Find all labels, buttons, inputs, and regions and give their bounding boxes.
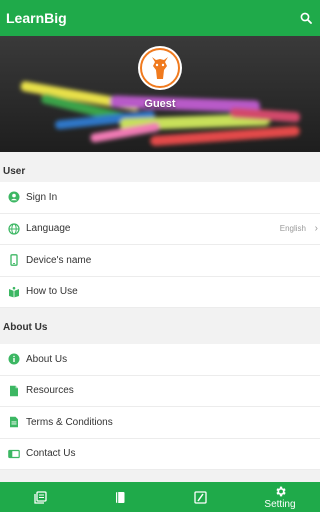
about-us-label: About Us <box>26 353 68 365</box>
file-icon <box>0 385 26 397</box>
giraffe-icon <box>140 48 180 88</box>
app-title: LearnBig <box>6 10 67 26</box>
phone-icon <box>0 254 26 267</box>
language-value: English <box>279 224 306 234</box>
section-title-about: About Us <box>0 308 320 344</box>
library-icon <box>33 490 47 504</box>
how-to-use-item[interactable]: How to Use <box>0 276 320 308</box>
account-icon <box>0 191 26 203</box>
device-name-item[interactable]: Device's name <box>0 245 320 277</box>
bottom-navigation: Setting <box>0 482 320 512</box>
resources-item[interactable]: Resources <box>0 375 320 407</box>
gear-icon <box>275 486 286 496</box>
tab-book[interactable] <box>80 482 160 512</box>
about-us-item[interactable]: About Us <box>0 344 320 376</box>
sign-in-label: Sign In <box>26 191 58 203</box>
resources-label: Resources <box>26 385 74 397</box>
document-icon <box>0 416 26 428</box>
tab-library[interactable] <box>0 482 80 512</box>
book-icon <box>116 491 125 503</box>
tab-setting-label: Setting <box>264 498 296 510</box>
language-label: Language <box>26 223 71 235</box>
chevron-right-icon: › <box>314 223 318 235</box>
profile-banner: Guest <box>0 36 320 152</box>
avatar[interactable] <box>138 46 182 90</box>
settings-list: User Sign In Language English › Device's… <box>0 152 320 488</box>
terms-label: Terms & Conditions <box>26 416 113 428</box>
terms-item[interactable]: Terms & Conditions <box>0 407 320 439</box>
edit-icon <box>193 490 207 504</box>
book-open-icon <box>0 286 26 298</box>
how-to-use-label: How to Use <box>26 286 78 298</box>
language-item[interactable]: Language English › <box>0 213 320 245</box>
globe-icon <box>0 223 26 235</box>
info-icon <box>0 353 26 365</box>
tab-edit[interactable] <box>160 482 240 512</box>
section-title-user: User <box>0 152 320 182</box>
contact-us-item[interactable]: Contact Us <box>0 438 320 470</box>
card-icon <box>0 448 26 460</box>
contact-us-label: Contact Us <box>26 448 76 460</box>
app-bar: LearnBig <box>0 0 320 36</box>
profile-name: Guest <box>144 98 176 110</box>
tab-setting[interactable]: Setting <box>240 482 320 512</box>
sign-in-item[interactable]: Sign In <box>0 182 320 214</box>
device-name-label: Device's name <box>26 254 92 266</box>
search-icon[interactable] <box>298 10 314 26</box>
